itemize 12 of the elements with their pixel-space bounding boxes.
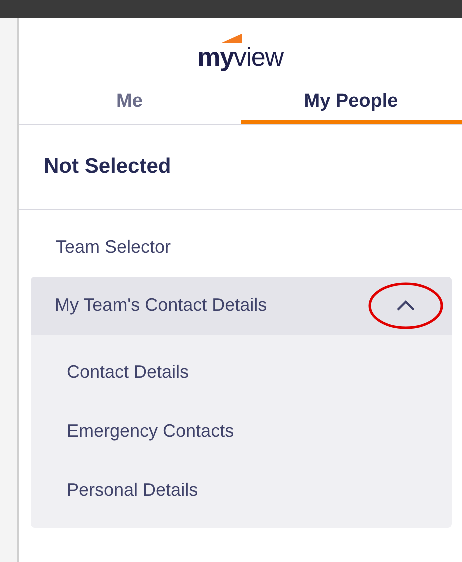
tab[interactable]: My People [240,84,462,124]
submenu-item[interactable]: Personal Details [67,472,198,508]
accordion-header[interactable]: My Team's Contact Details [31,276,452,334]
accordion-label: My Team's Contact Details [55,294,268,317]
tab[interactable]: Me [19,84,240,124]
menu-link[interactable]: Team Selector [56,234,172,260]
selection-title: Not Selected [44,154,172,180]
submenu-item[interactable]: Emergency Contacts [67,412,234,450]
logo: myview [198,44,284,70]
submenu-item[interactable]: Contact Details [67,354,190,390]
swoosh-icon [222,34,242,43]
chevron-icon[interactable] [396,300,416,312]
